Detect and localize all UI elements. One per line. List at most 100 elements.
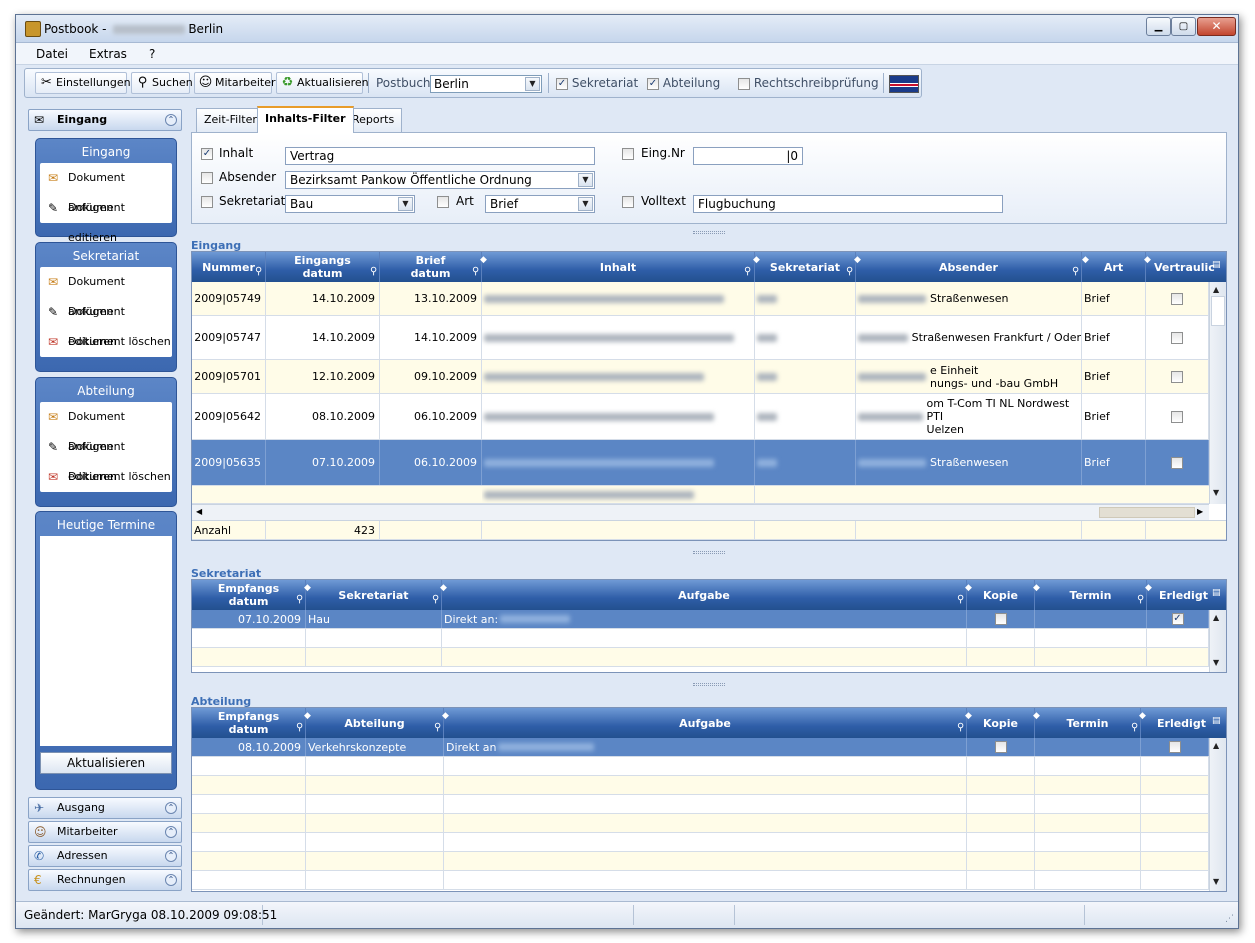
col-empfangsdatum[interactable]: Empfangs datum bbox=[192, 708, 306, 738]
absender-select[interactable]: Bezirksamt Pankow Öffentliche Ordnung ▼ bbox=[285, 171, 595, 189]
col-briefdatum[interactable]: Brief datum bbox=[380, 252, 482, 282]
aktualisieren-button[interactable]: ♻ Aktualisieren bbox=[276, 72, 369, 94]
sort-icon[interactable]: ◆ bbox=[304, 583, 311, 593]
inhalt-checkbox[interactable]: ✓ bbox=[201, 148, 213, 160]
checkbox[interactable] bbox=[1168, 741, 1181, 753]
col-absender[interactable]: Absender bbox=[856, 252, 1082, 282]
scroll-up-icon[interactable]: ▲ bbox=[1213, 285, 1219, 294]
sort-icon[interactable]: ◆ bbox=[1139, 711, 1146, 721]
eingnr-input[interactable]: |0 bbox=[693, 147, 803, 165]
eingnr-checkbox[interactable] bbox=[622, 148, 634, 160]
scroll-down-icon[interactable]: ▼ bbox=[1213, 488, 1219, 497]
search-icon[interactable]: ⚲ bbox=[296, 722, 303, 733]
sort-icon[interactable]: ◆ bbox=[1144, 255, 1151, 265]
suchen-button[interactable]: ⚲ Suchen bbox=[131, 72, 193, 94]
collapse-icon[interactable]: ⌃ bbox=[165, 114, 177, 126]
einstellungen-button[interactable]: ✂ Einstellungen bbox=[35, 72, 131, 94]
menu-datei[interactable]: Datei bbox=[36, 47, 68, 61]
volltext-input[interactable]: Flugbuchung bbox=[693, 195, 1003, 213]
chevron-down-icon[interactable]: ▼ bbox=[398, 197, 413, 211]
checkbox[interactable]: ✓ bbox=[647, 77, 659, 90]
col-eingangsdatum[interactable]: Eingangs datum bbox=[266, 252, 380, 282]
col-kopie[interactable]: Kopie bbox=[967, 580, 1035, 610]
sort-icon[interactable]: ◆ bbox=[440, 583, 447, 593]
maximize-button[interactable]: ▢ bbox=[1171, 17, 1196, 36]
table-row-selected[interactable]: 07.10.2009 Hau Direkt an: ✓ bbox=[192, 610, 1209, 629]
abteilung-check[interactable]: ✓ Abteilung bbox=[647, 76, 720, 90]
rechtschreib-check[interactable]: Rechtschreibprüfung bbox=[738, 76, 879, 90]
sort-icon[interactable]: ◆ bbox=[1033, 583, 1040, 593]
col-sekretariat[interactable]: Sekretariat bbox=[755, 252, 856, 282]
uk-flag-icon[interactable] bbox=[889, 75, 919, 93]
search-icon[interactable]: ⚲ bbox=[957, 722, 964, 733]
sort-icon[interactable]: ◆ bbox=[480, 255, 487, 265]
horizontal-scrollbar[interactable]: ◀ ▶ bbox=[192, 504, 1209, 520]
scroll-down-icon[interactable]: ▼ bbox=[1213, 877, 1219, 886]
nav-ausgang[interactable]: ✈ Ausgang ⌃ bbox=[28, 797, 182, 819]
table-row[interactable]: 2009|05701 12.10.2009 09.10.2009 e Einhe… bbox=[192, 360, 1209, 394]
abteilung-dokument-loeschen[interactable]: ✉ Dokument löschen bbox=[40, 462, 172, 492]
sort-icon[interactable]: ◆ bbox=[753, 255, 760, 265]
expand-icon[interactable]: ⌃ bbox=[165, 802, 177, 814]
mitarbeiter-button[interactable]: ☺ Mitarbeiter bbox=[194, 72, 276, 94]
cell-kopie[interactable] bbox=[967, 738, 1035, 756]
checkbox[interactable] bbox=[994, 613, 1007, 625]
art-select[interactable]: Brief ▼ bbox=[485, 195, 595, 213]
cell-vertraulich[interactable] bbox=[1146, 360, 1209, 393]
eingang-nav-header[interactable]: ✉ Eingang ⌃ bbox=[28, 109, 182, 131]
splitter-grip[interactable] bbox=[693, 683, 725, 686]
checkbox[interactable] bbox=[1171, 410, 1183, 423]
column-chooser-icon[interactable]: ▤ bbox=[1212, 260, 1221, 270]
abteilung-dokument-editieren[interactable]: ✎ Dokument editieren bbox=[40, 432, 172, 483]
checkbox-checked[interactable]: ✓ bbox=[1171, 613, 1184, 625]
search-icon[interactable]: ⚲ bbox=[846, 266, 853, 277]
postbuch-select[interactable]: Berlin ▼ bbox=[430, 75, 542, 93]
scroll-right-icon[interactable]: ▶ bbox=[1197, 507, 1203, 516]
sort-icon[interactable]: ◆ bbox=[1082, 255, 1089, 265]
sekretariat-dokument-anfuegen[interactable]: ✉ Dokument anfügen bbox=[40, 267, 172, 318]
sekretariat-select[interactable]: Bau ▼ bbox=[285, 195, 415, 213]
chevron-down-icon[interactable]: ▼ bbox=[578, 197, 593, 211]
table-row[interactable]: 2009|05747 14.10.2009 14.10.2009 Straßen… bbox=[192, 316, 1209, 360]
nav-adressen[interactable]: ✆ Adressen ⌃ bbox=[28, 845, 182, 867]
checkbox[interactable] bbox=[1171, 456, 1183, 469]
abteilung-dokument-anfuegen[interactable]: ✉ Dokument anfügen bbox=[40, 402, 172, 453]
cell-kopie[interactable] bbox=[967, 610, 1035, 628]
sekretariat-dokument-editieren[interactable]: ✎ Dokument editieren bbox=[40, 297, 172, 348]
eingang-dokument-editieren[interactable]: ✎ Dokument editieren bbox=[40, 193, 172, 244]
nav-mitarbeiter[interactable]: ☺ Mitarbeiter ⌃ bbox=[28, 821, 182, 843]
checkbox[interactable] bbox=[738, 77, 750, 90]
col-kopie[interactable]: Kopie bbox=[967, 708, 1035, 738]
sort-icon[interactable]: ◆ bbox=[442, 711, 449, 721]
sort-icon[interactable]: ◆ bbox=[965, 711, 972, 721]
sekretariat-dokument-loeschen[interactable]: ✉ Dokument löschen bbox=[40, 327, 172, 357]
table-row-selected[interactable]: 08.10.2009 Verkehrskonzepte Direkt an bbox=[192, 738, 1209, 757]
resize-grip-icon[interactable]: ⋰ bbox=[1225, 914, 1234, 924]
menu-extras[interactable]: Extras bbox=[89, 47, 127, 61]
column-chooser-icon[interactable]: ▤ bbox=[1212, 716, 1221, 726]
vertical-scrollbar[interactable]: ▲ ▼ bbox=[1209, 738, 1226, 891]
sort-icon[interactable]: ◆ bbox=[1033, 711, 1040, 721]
checkbox[interactable]: ✓ bbox=[556, 77, 568, 90]
sort-icon[interactable]: ◆ bbox=[854, 255, 861, 265]
sort-icon[interactable]: ◆ bbox=[304, 711, 311, 721]
vertical-scrollbar[interactable]: ▲ ▼ bbox=[1209, 282, 1226, 504]
expand-icon[interactable]: ⌃ bbox=[165, 874, 177, 886]
cell-erledigt[interactable]: ✓ bbox=[1147, 610, 1209, 628]
col-empfangsdatum[interactable]: Empfangs datum bbox=[192, 580, 306, 610]
sort-icon[interactable]: ◆ bbox=[965, 583, 972, 593]
col-inhalt[interactable]: Inhalt bbox=[482, 252, 755, 282]
minimize-button[interactable]: ▁ bbox=[1146, 17, 1171, 36]
checkbox[interactable] bbox=[994, 741, 1007, 753]
table-row-partial[interactable] bbox=[192, 486, 1209, 504]
absender-checkbox[interactable] bbox=[201, 172, 213, 184]
cell-vertraulich[interactable] bbox=[1146, 316, 1209, 359]
scroll-thumb[interactable] bbox=[1099, 507, 1195, 518]
nav-rechnungen[interactable]: € Rechnungen ⌃ bbox=[28, 869, 182, 891]
checkbox[interactable] bbox=[1171, 370, 1183, 383]
termine-aktualisieren-button[interactable]: Aktualisieren bbox=[40, 752, 172, 774]
col-abteilung[interactable]: Abteilung bbox=[306, 708, 444, 738]
col-termin[interactable]: Termin bbox=[1035, 708, 1141, 738]
col-aufgabe[interactable]: Aufgabe bbox=[442, 580, 967, 610]
sekretariat-check[interactable]: ✓ Sekretariat bbox=[556, 76, 638, 90]
